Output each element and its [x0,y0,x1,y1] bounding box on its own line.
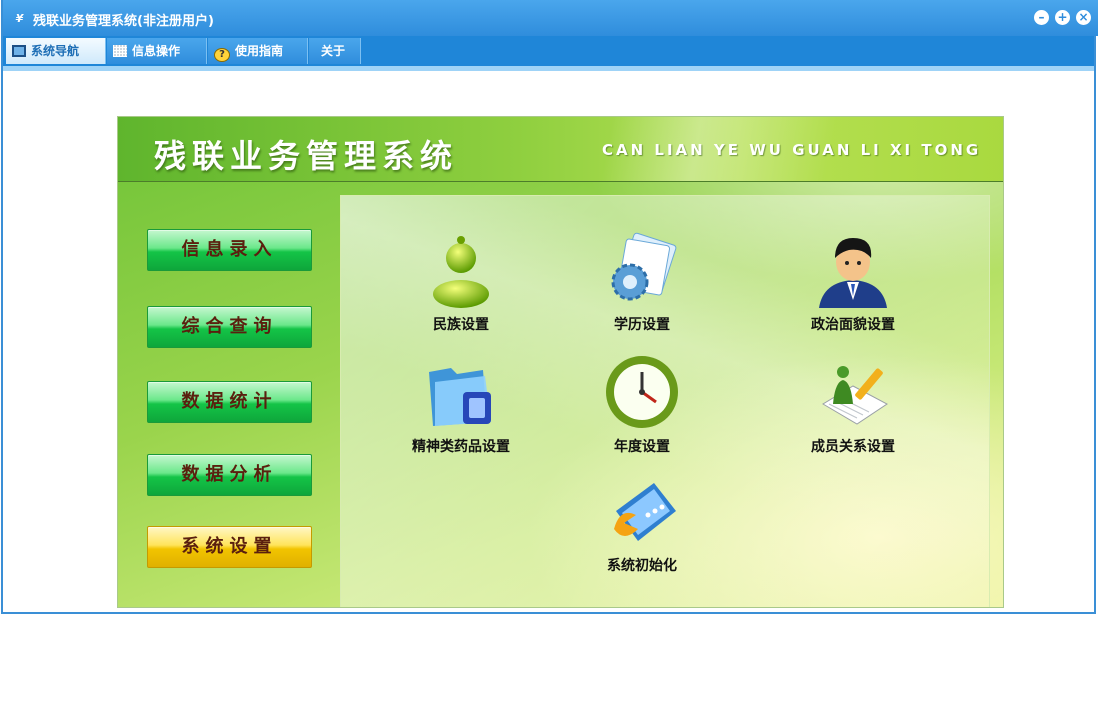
education-settings-item[interactable]: 学历设置 [572,230,712,334]
item-label: 系统初始化 [607,558,677,574]
restore-icon[interactable]: + [1055,10,1070,25]
help-icon: ? [214,48,230,62]
tab-label: 信息操作 [132,44,181,58]
book-icon [602,471,682,551]
tab-about[interactable]: 关于 [309,38,361,64]
tab-label: 关于 [321,44,346,58]
title-bar[interactable]: ¥ 残联业务管理系统(非注册用户) – + × [3,0,1098,36]
close-icon[interactable]: × [1076,10,1091,25]
system-initialization-item[interactable]: 系统初始化 [572,471,712,575]
clock-icon [602,352,682,432]
item-label: 学历设置 [614,317,670,333]
window-title: 残联业务管理系统(非注册用户) [33,14,214,29]
tab-info-operations[interactable]: 信息操作 [107,38,207,64]
monitor-icon [12,45,26,57]
psychiatric-drug-settings-item[interactable]: 精神类药品设置 [391,352,531,456]
app-window: ¥ 残联业务管理系统(非注册用户) – + × 系统导航 信息操作 ? 使用指南 … [1,0,1098,614]
notepad-pencil-icon [813,352,893,432]
item-label: 成员关系设置 [811,439,895,455]
person-icon [421,230,501,310]
page-title: 残联业务管理系统 [154,137,459,175]
ethnicity-settings-item[interactable]: 民族设置 [391,230,531,334]
comprehensive-query-button[interactable]: 综合查询 [147,306,312,348]
item-label: 政治面貌设置 [811,317,895,333]
data-analysis-button[interactable]: 数据分析 [147,454,312,496]
item-label: 年度设置 [614,439,670,455]
tab-bar: 系统导航 信息操作 ? 使用指南 关于 [3,36,1094,71]
grid-icon [113,45,127,57]
user-avatar-icon [813,230,893,310]
system-settings-button[interactable]: 系统设置 [147,526,312,568]
data-statistics-button[interactable]: 数据统计 [147,381,312,423]
member-relationship-settings-item[interactable]: 成员关系设置 [783,352,923,456]
tab-label: 使用指南 [235,44,284,58]
page-subtitle: CAN LIAN YE WU GUAN LI XI TONG [602,141,982,159]
header-banner: 残联业务管理系统 CAN LIAN YE WU GUAN LI XI TONG [118,117,1003,182]
app-logo-icon: ¥ [15,12,24,25]
tab-user-guide[interactable]: ? 使用指南 [208,38,308,64]
item-label: 民族设置 [433,317,489,333]
info-entry-button[interactable]: 信息录入 [147,229,312,271]
gear-folder-icon [602,230,682,310]
tab-system-navigation[interactable]: 系统导航 [6,38,106,64]
year-settings-item[interactable]: 年度设置 [572,352,712,456]
political-status-settings-item[interactable]: 政治面貌设置 [783,230,923,334]
folder-icon [421,352,501,432]
tab-label: 系统导航 [31,44,80,58]
item-label: 精神类药品设置 [412,439,510,455]
main-panel: 残联业务管理系统 CAN LIAN YE WU GUAN LI XI TONG … [117,116,1004,608]
settings-content: 民族设置 学历设置 政治面貌设置 精神类药品设置 年度设置 成员关系设置 系统初… [340,195,990,607]
minimize-icon[interactable]: – [1034,10,1049,25]
